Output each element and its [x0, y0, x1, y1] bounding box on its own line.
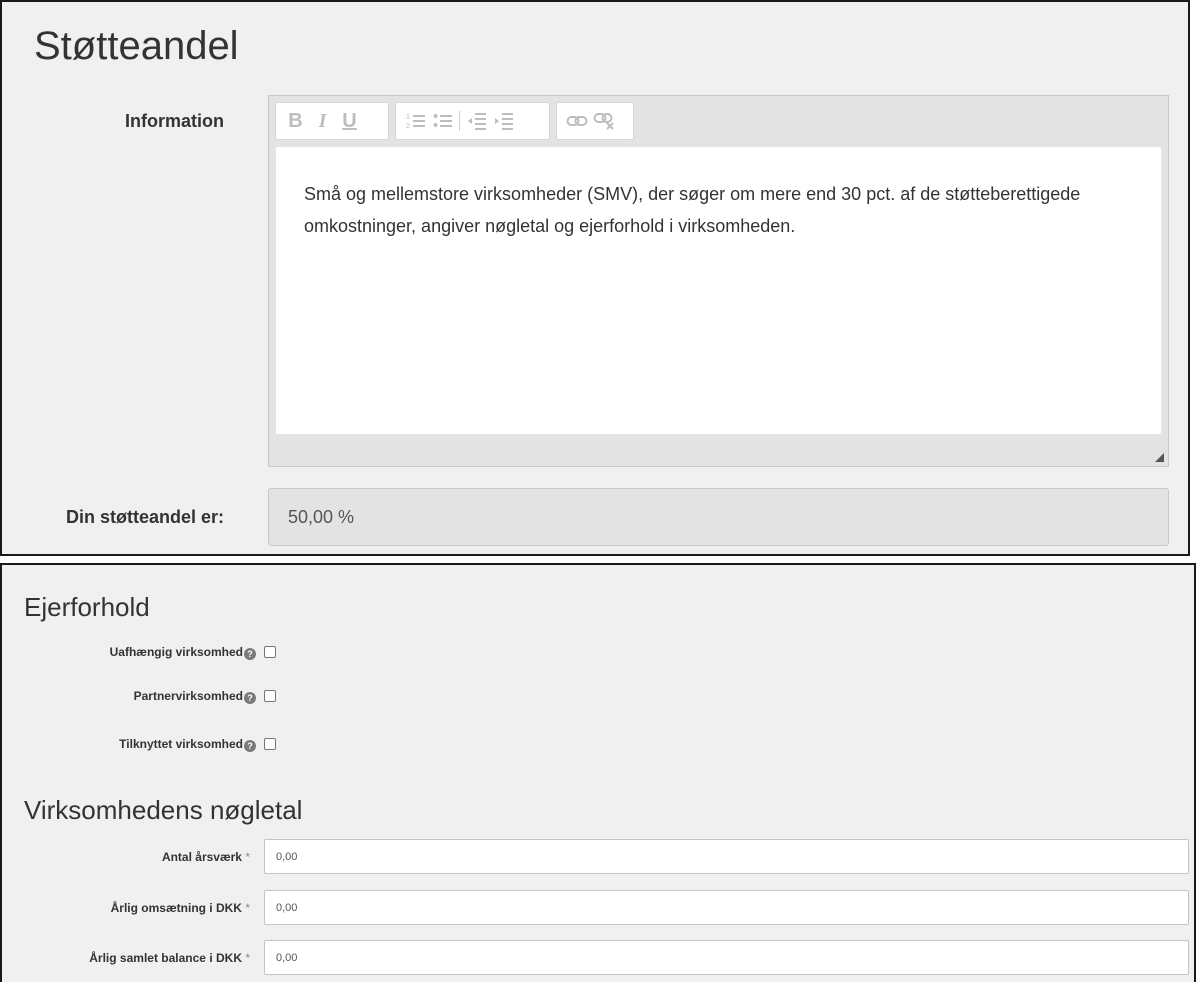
format-group: B I U — [275, 102, 389, 140]
support-rate-label: Din støtteandel er: — [65, 507, 224, 527]
checkbox-row: Tilknyttet virksomhed? — [2, 735, 302, 755]
list-group: 1 2 — [395, 102, 550, 140]
field-label: Antal årsværk * — [161, 850, 250, 864]
checkbox-label: Partnervirksomhed? — [134, 689, 256, 704]
partner-checkbox[interactable] — [264, 690, 276, 702]
resize-handle[interactable] — [1155, 453, 1164, 462]
field-row: Årlig samlet balance i DKK * — [2, 940, 1196, 976]
field-label: Årlig samlet balance i DKK * — [89, 951, 250, 965]
increase-indent-icon[interactable] — [490, 107, 517, 135]
bulleted-list-icon[interactable] — [429, 107, 456, 135]
checkbox-label: Uafhængig virksomhed? — [110, 645, 256, 660]
uafhaengig-checkbox[interactable] — [264, 646, 276, 658]
unlink-icon[interactable] — [590, 107, 617, 135]
information-label: Information — [125, 111, 224, 131]
bold-button[interactable]: B — [282, 107, 309, 135]
rich-text-editor: B I U 1 2 Små og mellemstore virksomhede… — [268, 95, 1169, 467]
field-row: Årlig omsætning i DKK * — [2, 890, 1196, 926]
ejerforhold-title: Ejerforhold — [24, 592, 150, 622]
svg-text:2: 2 — [406, 123, 410, 130]
field-label: Årlig omsætning i DKK * — [110, 901, 250, 915]
editor-content[interactable]: Små og mellemstore virksomheder (SMV), d… — [275, 146, 1162, 435]
checkbox-row: Uafhængig virksomhed? — [2, 643, 302, 663]
noegletal-title: Virksomhedens nøgletal — [24, 795, 303, 825]
page-title: Støtteandel — [34, 24, 239, 68]
link-group — [556, 102, 634, 140]
tilknyttet-checkbox[interactable] — [264, 738, 276, 750]
toolbar-separator — [459, 111, 460, 131]
field-row: Antal årsværk * — [2, 839, 1196, 875]
svg-text:1: 1 — [406, 114, 410, 121]
antal-aarsvaerk-input[interactable] — [264, 839, 1189, 874]
checkbox-label: Tilknyttet virksomhed? — [119, 737, 256, 752]
numbered-list-icon[interactable]: 1 2 — [402, 107, 429, 135]
decrease-indent-icon[interactable] — [463, 107, 490, 135]
checkbox-row: Partnervirksomhed? — [2, 687, 302, 707]
help-icon[interactable]: ? — [244, 740, 256, 752]
aarlig-balance-input[interactable] — [264, 940, 1189, 975]
help-icon[interactable]: ? — [244, 648, 256, 660]
link-icon[interactable] — [563, 107, 590, 135]
aarlig-omsaetning-input[interactable] — [264, 890, 1189, 925]
underline-button[interactable]: U — [336, 107, 363, 135]
italic-button[interactable]: I — [309, 107, 336, 135]
stoetteandel-panel: Støtteandel Information B I U 1 2 Små og… — [0, 0, 1190, 556]
help-icon[interactable]: ? — [244, 692, 256, 704]
ejerforhold-panel: Ejerforhold Uafhængig virksomhed? Partne… — [0, 563, 1196, 982]
support-rate-field: 50,00 % — [268, 488, 1169, 546]
